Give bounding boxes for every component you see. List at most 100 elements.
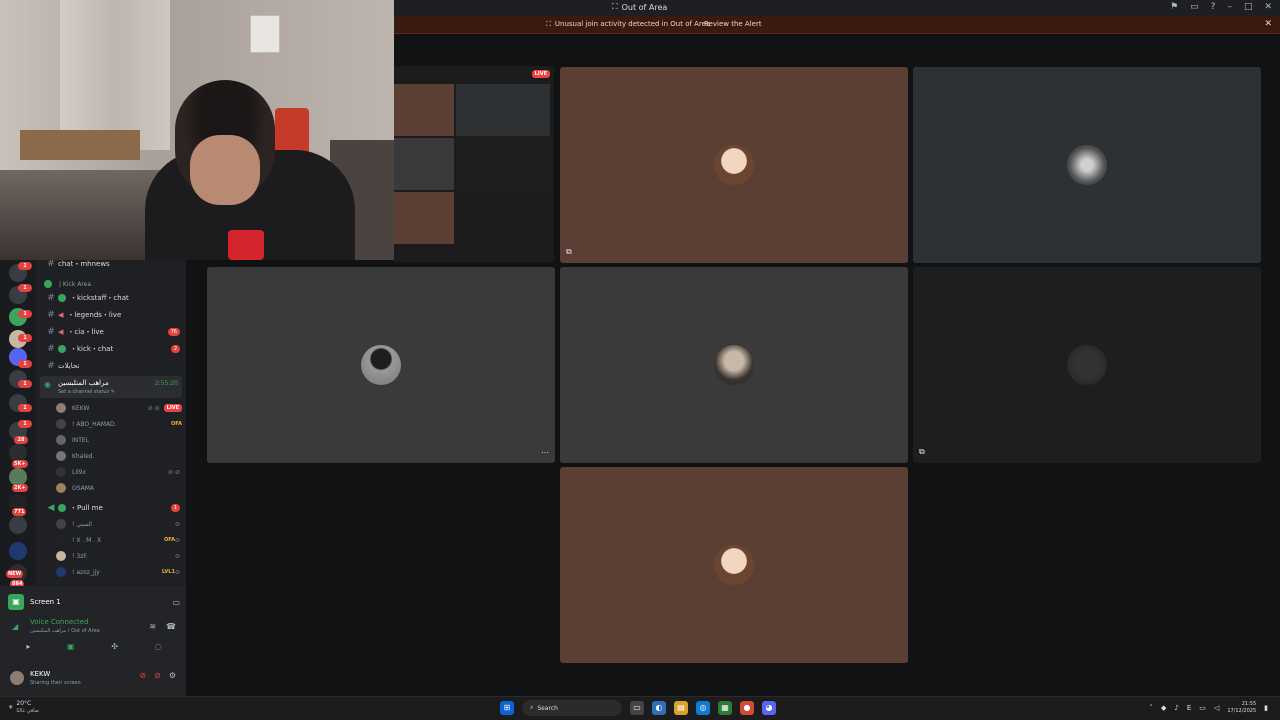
video-tile[interactable] — [560, 467, 908, 663]
status-dot-icon — [58, 294, 66, 302]
channel-status[interactable]: Set a channel status ✎ — [58, 389, 115, 395]
voice-actions: ≋ ☎ — [149, 622, 176, 631]
voice-user[interactable]: KEKW ⊘ ⊘ LIVE — [56, 400, 182, 416]
voice-connected-label[interactable]: Voice Connected — [30, 618, 89, 626]
notification-icon[interactable]: ▮ — [1264, 704, 1268, 712]
maximize-icon[interactable]: □ — [1244, 2, 1253, 12]
avatar — [56, 419, 66, 429]
store-icon[interactable]: ▦ — [718, 701, 732, 715]
channel-item[interactable]: # ・kick・chat 2 — [36, 341, 186, 357]
notification-badge: 1 — [18, 310, 32, 318]
user-name: KEKW — [72, 404, 90, 412]
headphones-muted-icon[interactable]: ⊘ — [154, 671, 161, 680]
copilot-icon[interactable]: ◐ — [652, 701, 666, 715]
server-icon[interactable] — [9, 542, 27, 560]
taskbar-search[interactable]: ⌕ Search — [522, 700, 622, 716]
ss-cell — [456, 84, 550, 136]
alert-close-icon[interactable]: ✕ — [1264, 19, 1272, 29]
hash-icon: # — [47, 293, 55, 303]
flag-icon[interactable]: ⚑ — [1170, 2, 1178, 12]
channel-label: ・legends・live — [67, 311, 122, 319]
video-tile[interactable]: ⧉ — [913, 267, 1261, 463]
screen-share-row[interactable]: ▣ Screen 1 ▭ — [8, 592, 180, 612]
chrome-icon[interactable]: ● — [740, 701, 754, 715]
voice-user[interactable]: OSAMA — [56, 480, 182, 496]
category-label: | Kick Area — [59, 280, 92, 288]
channel-item[interactable]: # تحايلات — [36, 358, 186, 374]
voice-user[interactable]: ! السبي ⊘ — [56, 516, 182, 532]
review-alert-link[interactable]: Review the Alert — [704, 20, 762, 28]
gear-icon[interactable]: ⚙ — [169, 671, 176, 680]
tray-app-icon[interactable]: ◆ — [1161, 704, 1166, 712]
file-explorer-icon[interactable]: ▤ — [674, 701, 688, 715]
display-icon[interactable]: ▭ — [1199, 704, 1206, 712]
voice-user[interactable]: ! 3zF. ⊘ — [56, 548, 182, 564]
soundboard-icon[interactable]: ◌ — [155, 642, 162, 656]
language-indicator[interactable]: E — [1187, 704, 1191, 712]
minimize-icon[interactable]: – — [1227, 2, 1232, 12]
status-dot-icon — [44, 280, 52, 288]
alert-icon: ⛶ — [546, 20, 551, 28]
more-options-icon[interactable]: ⋯ — [541, 448, 549, 457]
user-name: ! ABO_HAMAD. — [72, 420, 117, 428]
user-tag: OFA — [171, 421, 182, 427]
video-tile[interactable]: ⋯ — [207, 267, 555, 463]
video-tile[interactable] — [913, 67, 1261, 263]
hash-icon: # — [47, 327, 55, 337]
voice-user[interactable]: Khaled. — [56, 448, 182, 464]
chevron-up-icon[interactable]: ˄ — [1150, 704, 1154, 712]
voice-channel-pull[interactable]: ◀ ・Pull me 1 — [36, 500, 186, 516]
help-icon[interactable]: ? — [1211, 2, 1216, 12]
channel-label: chat・mhnews — [58, 260, 110, 268]
close-window-icon[interactable]: ✕ — [1264, 2, 1272, 12]
video-tile[interactable] — [560, 267, 908, 463]
voice-user[interactable]: ! ABO_HAMAD. OFA — [56, 416, 182, 432]
avatar — [56, 403, 66, 413]
speaker-icon: ◉ — [44, 380, 51, 389]
monitor-icon[interactable]: ▭ — [172, 598, 180, 607]
activities-icon[interactable]: ✣ — [111, 642, 118, 656]
discord-icon[interactable]: ◕ — [762, 701, 776, 715]
task-view-icon[interactable]: ▭ — [630, 701, 644, 715]
screen-share-icon: ⧉ — [919, 447, 925, 456]
disconnect-icon[interactable]: ☎ — [166, 622, 176, 631]
weather-widget[interactable]: ☀ 20°C صافي غالبًا — [8, 700, 39, 714]
voice-channel-active[interactable]: ◉ مراهب المتلبسين Set a channel status ✎… — [40, 376, 182, 398]
system-tray: ˄ ◆ ♪ E ▭ ◁ 21:55 17/12/2025 ▮ — [1150, 701, 1269, 715]
volume-icon[interactable]: ◁ — [1214, 704, 1219, 712]
screenshare-tile[interactable]: LIVE — [394, 66, 554, 262]
ss-cell — [394, 138, 454, 190]
video-tile[interactable]: ⧉ — [560, 67, 908, 263]
mic-muted-icon[interactable]: ⊘ — [139, 671, 146, 680]
edge-icon[interactable]: ◎ — [696, 701, 710, 715]
noise-suppression-icon[interactable]: ≋ — [149, 622, 156, 631]
category-header[interactable]: | Kick Area — [44, 280, 91, 288]
avatar — [714, 345, 754, 385]
share-screen-icon[interactable]: ▣ — [67, 642, 75, 656]
voice-user[interactable]: Lil9x ⊘ ⊘ — [56, 464, 182, 480]
server-icon[interactable] — [9, 516, 27, 534]
channel-label: تحايلات — [58, 362, 80, 370]
microphone-icon[interactable]: ♪ — [1174, 704, 1178, 712]
channel-item[interactable]: # ◀ ・cia・live 76 — [36, 324, 186, 340]
screen-icon[interactable]: ▭ — [1190, 2, 1199, 12]
voice-user[interactable]: ! X . M . X OFA ⊘ — [56, 532, 182, 548]
screen-share-icon: ⧉ — [566, 247, 572, 256]
channel-label: ・cia・live — [67, 328, 104, 336]
user-name: Khaled. — [72, 452, 95, 460]
voice-channel-name: مراهب المتلبسين — [58, 379, 109, 387]
hash-icon: # — [47, 344, 55, 354]
channel-item[interactable]: # ◀ ・legends・live — [36, 307, 186, 323]
avatar[interactable] — [10, 671, 24, 685]
clock[interactable]: 21:55 17/12/2025 — [1227, 701, 1256, 715]
avatar — [56, 467, 66, 477]
voice-user[interactable]: INTEL — [56, 432, 182, 448]
channel-label: ・kick・chat — [70, 345, 114, 353]
search-icon: ⌕ — [530, 704, 534, 711]
channel-item[interactable]: # ・kickstaff・chat — [36, 290, 186, 306]
ss-cell — [456, 138, 550, 190]
channel-item[interactable]: # chat・mhnews — [36, 260, 186, 272]
camera-icon[interactable]: ▸ — [26, 642, 30, 656]
start-icon[interactable]: ⊞ — [500, 701, 514, 715]
voice-user[interactable]: ! azoz_jjy LVL1 ⊘ — [56, 564, 182, 580]
